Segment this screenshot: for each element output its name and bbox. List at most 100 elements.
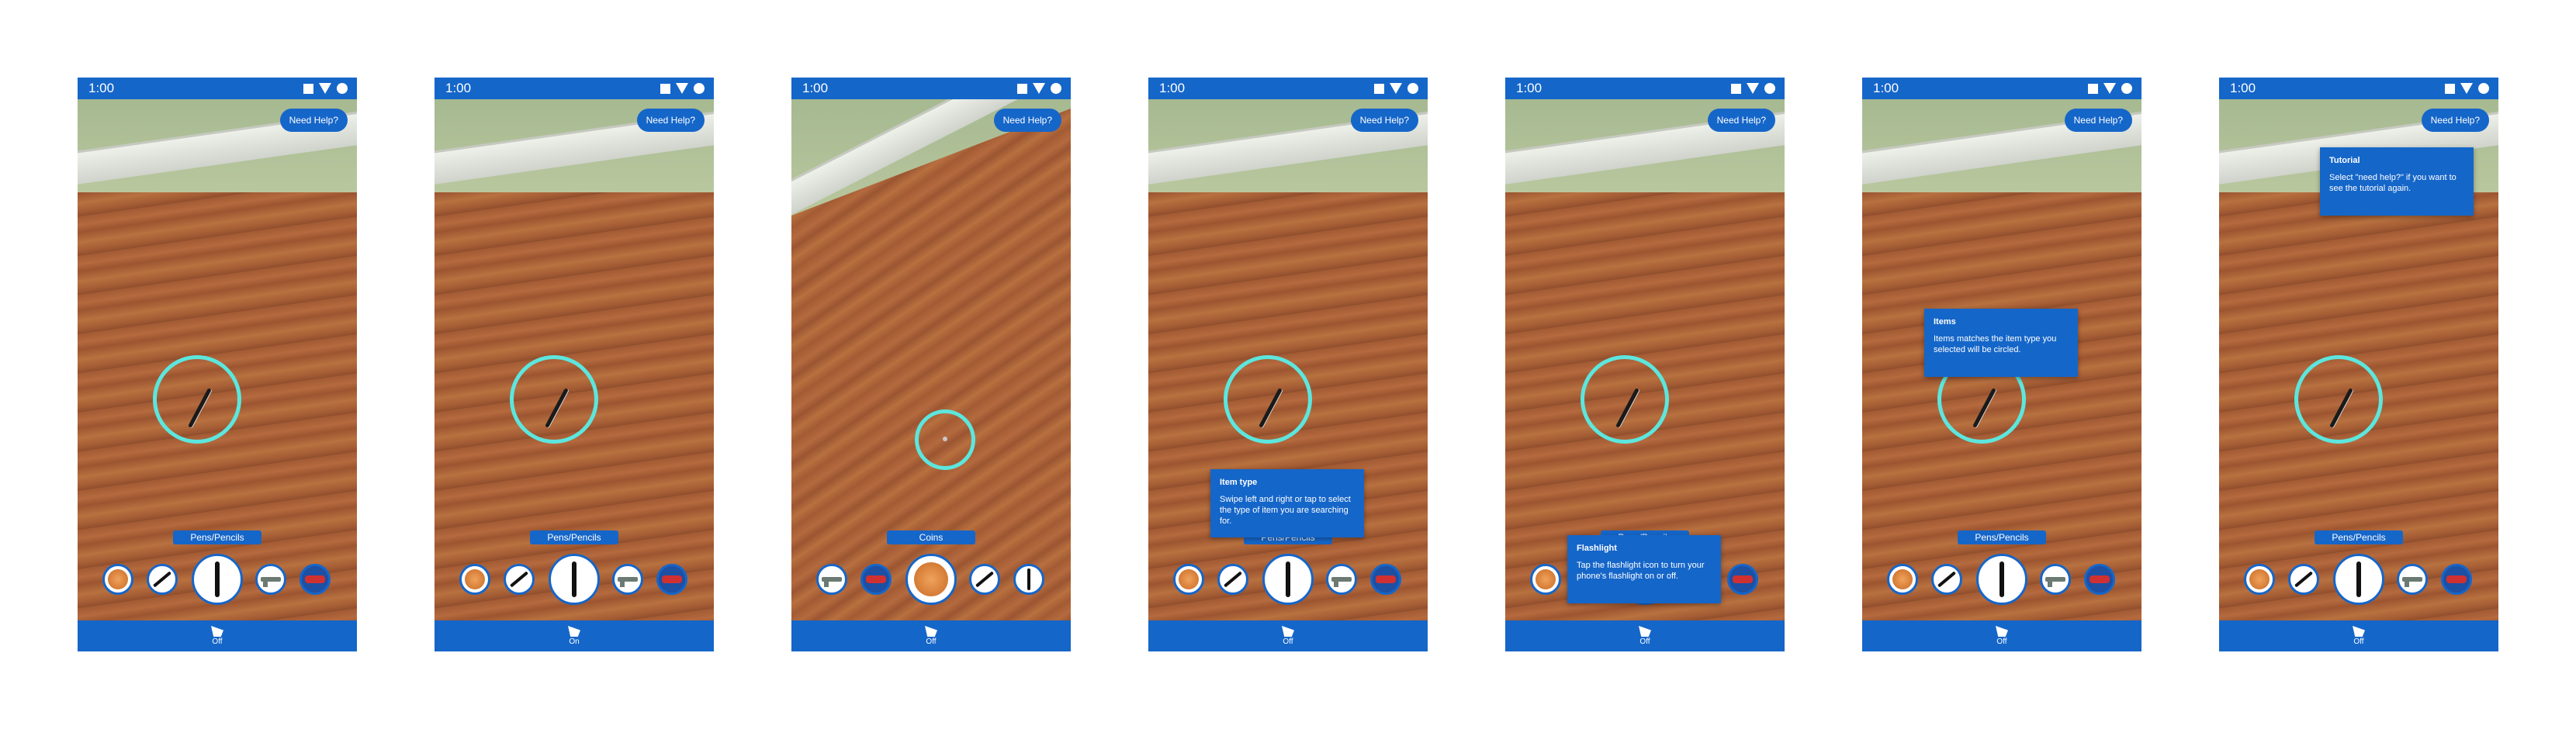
need-help-button[interactable]: Need Help? [993, 109, 1061, 132]
need-help-button[interactable]: Need Help? [1350, 109, 1418, 132]
tooltip-title: Tutorial [2329, 156, 2360, 165]
item-red[interactable] [1370, 564, 1401, 595]
item-coins-selected[interactable] [905, 554, 957, 605]
coins-icon [1892, 569, 1913, 589]
triangle-signal-icon [2103, 83, 2116, 94]
item-tool[interactable] [612, 564, 643, 595]
item-ring[interactable] [1217, 564, 1248, 595]
flashlight-toggle[interactable]: Off [791, 620, 1071, 651]
pen-icon [572, 561, 576, 597]
flashlight-toggle[interactable]: Off [1148, 620, 1428, 651]
detection-circle[interactable] [1581, 355, 1669, 444]
detection-circle[interactable] [510, 355, 598, 444]
item-ring[interactable] [147, 564, 178, 595]
flashlight-icon [925, 626, 937, 637]
red-item-icon [2446, 575, 2467, 583]
item-coins[interactable] [102, 564, 133, 595]
tooltip-item-type[interactable]: Item type Swipe left and right or tap to… [1210, 469, 1364, 537]
item-red[interactable] [299, 564, 331, 595]
detection-circle[interactable] [153, 355, 241, 444]
item-pens[interactable] [1013, 564, 1044, 595]
detection-circle[interactable] [2294, 355, 2383, 444]
coins-icon [2249, 569, 2270, 589]
triangle-signal-icon [676, 83, 688, 94]
flashlight-state: Off [1639, 637, 1650, 646]
pen-icon [1027, 568, 1030, 590]
flashlight-state: Off [926, 637, 937, 646]
item-coins[interactable] [2244, 564, 2275, 595]
item-carousel[interactable] [1862, 554, 2141, 605]
need-help-button[interactable]: Need Help? [1707, 109, 1775, 132]
item-pens-selected[interactable] [2333, 554, 2384, 605]
item-ring[interactable] [969, 564, 1000, 595]
item-carousel[interactable] [2219, 554, 2498, 605]
item-pens-selected[interactable] [1976, 554, 2027, 605]
detection-circle[interactable] [1224, 355, 1312, 444]
item-coins[interactable] [1173, 564, 1204, 595]
triangle-signal-icon [1747, 83, 1759, 94]
red-item-icon [305, 575, 325, 583]
item-ring[interactable] [1931, 564, 1962, 595]
flashlight-toggle[interactable]: Off [1862, 620, 2141, 651]
item-pens-selected[interactable] [1262, 554, 1314, 605]
status-bar: 1:00 [2219, 78, 2498, 99]
pencil-icon [1937, 571, 1957, 588]
tool-icon [618, 577, 638, 587]
circle-battery-icon [1407, 83, 1418, 94]
need-help-button[interactable]: Need Help? [636, 109, 705, 132]
flashlight-toggle[interactable]: Off [1505, 620, 1785, 651]
item-ring[interactable] [2288, 564, 2319, 595]
circle-battery-icon [2478, 83, 2489, 94]
item-coins[interactable] [1887, 564, 1918, 595]
item-red[interactable] [860, 564, 892, 595]
category-label: Pens/Pencils [1958, 530, 2046, 544]
item-carousel[interactable] [1148, 554, 1428, 605]
item-coins[interactable] [459, 564, 490, 595]
item-carousel[interactable] [791, 554, 1071, 605]
item-ring[interactable] [504, 564, 535, 595]
tool-icon [822, 577, 842, 587]
item-red[interactable] [2084, 564, 2115, 595]
item-carousel[interactable] [435, 554, 714, 605]
tooltip-tutorial[interactable]: Tutorial Select "need help?" if you want… [2320, 147, 2474, 216]
pen-icon [2356, 561, 2361, 597]
square-nav-icon [2088, 83, 2098, 94]
item-tool[interactable] [255, 564, 286, 595]
red-item-icon [1733, 575, 1753, 583]
red-item-icon [866, 575, 886, 583]
tooltip-flashlight[interactable]: Flashlight Tap the flashlight icon to tu… [1567, 535, 1721, 603]
tool-icon [2045, 577, 2065, 587]
flashlight-icon [1996, 626, 2008, 637]
pen-icon [1286, 561, 1290, 597]
pencil-icon [509, 571, 529, 588]
flashlight-toggle[interactable]: Off [2219, 620, 2498, 651]
red-item-icon [1376, 575, 1396, 583]
need-help-button[interactable]: Need Help? [2064, 109, 2132, 132]
need-help-button[interactable]: Need Help? [2421, 109, 2489, 132]
need-help-button[interactable]: Need Help? [279, 109, 348, 132]
item-tool[interactable] [816, 564, 847, 595]
flashlight-icon [568, 626, 580, 637]
item-tool[interactable] [1326, 564, 1357, 595]
category-label: Pens/Pencils [2315, 530, 2403, 544]
item-red[interactable] [2441, 564, 2472, 595]
tooltip-body: Items matches the item type you selected… [1934, 334, 2057, 354]
tooltip-body: Tap the flashlight icon to turn your pho… [1577, 561, 1705, 581]
item-pens-selected[interactable] [549, 554, 600, 605]
item-tool[interactable] [2397, 564, 2428, 595]
flashlight-toggle[interactable]: On [435, 620, 714, 651]
flashlight-icon [2353, 626, 2365, 637]
status-bar: 1:00 [435, 78, 714, 99]
flashlight-icon [1639, 626, 1651, 637]
tool-icon [261, 577, 281, 587]
item-red[interactable] [1727, 564, 1758, 595]
tooltip-items[interactable]: Items Items matches the item type you se… [1924, 309, 2078, 377]
flashlight-toggle[interactable]: Off [78, 620, 357, 651]
status-bar: 1:00 [791, 78, 1071, 99]
item-coins[interactable] [1530, 564, 1561, 595]
item-tool[interactable] [2040, 564, 2071, 595]
item-red[interactable] [656, 564, 687, 595]
circle-battery-icon [337, 83, 348, 94]
item-carousel[interactable] [78, 554, 357, 605]
item-pens-selected[interactable] [192, 554, 243, 605]
